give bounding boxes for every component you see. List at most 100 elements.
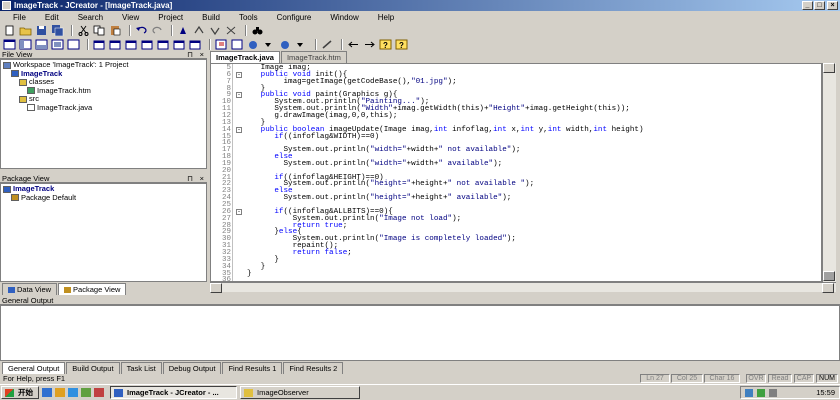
layout-4-icon[interactable] (51, 39, 64, 50)
tree-item[interactable]: ImageTrack.java (3, 102, 204, 113)
code-line[interactable]: System.out.println("height="+height+" av… (247, 194, 511, 202)
tray-volume-icon[interactable] (769, 389, 777, 397)
menu-view[interactable]: View (113, 13, 149, 22)
debug-dropdown-icon[interactable] (295, 39, 308, 50)
scroll-thumb[interactable] (823, 271, 835, 281)
execute-icon[interactable] (247, 39, 260, 50)
menu-build[interactable]: Build (193, 13, 230, 22)
paste-icon[interactable] (109, 25, 122, 36)
pin-icon[interactable]: ⊓ (187, 174, 193, 183)
window-7-icon[interactable] (189, 39, 202, 50)
output-text-area[interactable] (0, 305, 840, 361)
task-imageobserver[interactable]: ImageObserver (240, 386, 360, 399)
code-line[interactable]: imag=getImage(getCodeBase(),"01.jpg"); (247, 78, 456, 86)
menu-configure[interactable]: Configure (268, 13, 322, 22)
compile-icon[interactable] (215, 39, 228, 50)
quicklaunch-desktop-icon[interactable] (81, 388, 91, 397)
layout-1-icon[interactable] (3, 39, 16, 50)
run-dropdown-icon[interactable] (263, 39, 276, 50)
scroll-up-button[interactable] (823, 63, 835, 73)
tray-security-icon[interactable] (757, 389, 765, 397)
left-panel-tabs: Data View Package View (2, 283, 127, 295)
debug-icon[interactable] (279, 39, 292, 50)
save-all-icon[interactable] (51, 24, 64, 36)
system-tray: 15:59 (740, 386, 840, 399)
open-folder-icon[interactable] (19, 25, 32, 36)
clear-bookmarks-icon[interactable] (225, 25, 238, 36)
quicklaunch-app-icon[interactable] (94, 388, 104, 397)
build-icon[interactable] (231, 39, 244, 50)
window-5-icon[interactable] (157, 39, 170, 50)
tray-network-icon[interactable] (745, 389, 753, 397)
window-3-icon[interactable] (125, 39, 138, 50)
save-icon[interactable] (35, 25, 48, 36)
code-line[interactable]: g.drawImage(imag,0,0,this); (247, 112, 397, 120)
find-binoculars-icon[interactable] (251, 25, 264, 36)
quicklaunch-browser-icon[interactable] (42, 388, 52, 397)
menu-project[interactable]: Project (149, 13, 193, 22)
find-next-icon[interactable] (267, 25, 280, 36)
fold-toggle-icon[interactable]: - (236, 126, 242, 133)
window-1-icon[interactable] (93, 39, 106, 50)
code-line[interactable]: if((infoflag&WIDTH)==0) (247, 133, 379, 141)
editor-vertical-scrollbar[interactable] (822, 63, 836, 282)
layout-2-icon[interactable] (19, 39, 32, 50)
app-icon[interactable] (2, 1, 11, 10)
window-2-icon[interactable] (109, 39, 122, 50)
copy-icon[interactable] (93, 25, 106, 36)
cut-icon[interactable] (77, 25, 90, 36)
maximize-button[interactable]: □ (814, 1, 825, 10)
clock[interactable]: 15:59 (816, 388, 835, 397)
tab-imagetrack-htm[interactable]: ImageTrack.htm (280, 51, 347, 63)
window-4-icon[interactable] (141, 39, 154, 50)
context-help-icon[interactable]: ? (395, 39, 408, 50)
window-6-icon[interactable] (173, 39, 186, 50)
tab-build-output-label: Build Output (72, 364, 114, 373)
menu-edit[interactable]: Edit (36, 13, 69, 22)
layout-3-icon[interactable] (35, 39, 48, 50)
tab-data-view[interactable]: Data View (2, 283, 58, 295)
undo-icon[interactable] (135, 25, 148, 36)
tab-imagetrack-java[interactable]: ImageTrack.java (210, 51, 280, 63)
fold-toggle-icon[interactable]: - (236, 208, 242, 215)
tree-item[interactable]: src (3, 94, 204, 104)
tree-item[interactable]: classes (3, 77, 204, 87)
quicklaunch-media-icon[interactable] (68, 388, 78, 397)
java-file-icon (27, 104, 35, 112)
scroll-right-button[interactable] (822, 283, 834, 293)
tree-item[interactable]: Package Default (3, 193, 204, 203)
back-arrow-icon[interactable] (347, 39, 360, 50)
menu-file[interactable]: File (4, 13, 36, 22)
code-editor[interactable]: 5 6 7 8 9 10 11 12 13 14 15 16 17 18 19 20 21 22 23 24 25 26 2… (210, 63, 822, 282)
close-button[interactable]: × (827, 1, 838, 10)
menu-tools[interactable]: Tools (230, 13, 268, 22)
task-jcreator[interactable]: ImageTrack - JCreator - ... (110, 386, 237, 399)
close-panel-icon[interactable]: × (200, 50, 204, 59)
code-line[interactable]: System.out.println("width="+width+" avai… (247, 160, 502, 168)
menu-help[interactable]: Help (369, 13, 404, 22)
scroll-left-button[interactable] (210, 283, 222, 293)
redo-icon[interactable] (151, 25, 164, 36)
quicklaunch-explorer-icon[interactable] (55, 388, 65, 397)
fold-toggle-icon[interactable]: - (236, 92, 242, 99)
bookmark-icon[interactable] (177, 25, 190, 36)
next-bookmark-icon[interactable] (209, 25, 222, 36)
menu-search[interactable]: Search (69, 13, 113, 22)
fold-toggle-icon[interactable]: - (236, 71, 242, 78)
pin-icon[interactable]: ⊓ (187, 50, 193, 59)
tree-item-label: ImageTrack.java (37, 102, 93, 112)
new-file-icon[interactable] (3, 25, 16, 36)
options-icon[interactable] (321, 39, 334, 50)
minimize-button[interactable]: _ (802, 1, 813, 10)
close-panel-icon[interactable]: × (200, 174, 204, 183)
prev-bookmark-icon[interactable] (193, 25, 206, 36)
layout-5-icon[interactable] (67, 39, 80, 50)
help-icon[interactable]: ? (379, 39, 392, 50)
start-button[interactable]: 开始 (1, 386, 39, 399)
menu-window[interactable]: Window (321, 13, 368, 22)
forward-arrow-icon[interactable] (363, 39, 376, 50)
tab-package-view[interactable]: Package View (58, 283, 127, 295)
code-line[interactable]: } (247, 270, 252, 278)
editor-horizontal-scrollbar[interactable] (210, 282, 836, 293)
tab-data-view-label: Data View (17, 285, 52, 294)
